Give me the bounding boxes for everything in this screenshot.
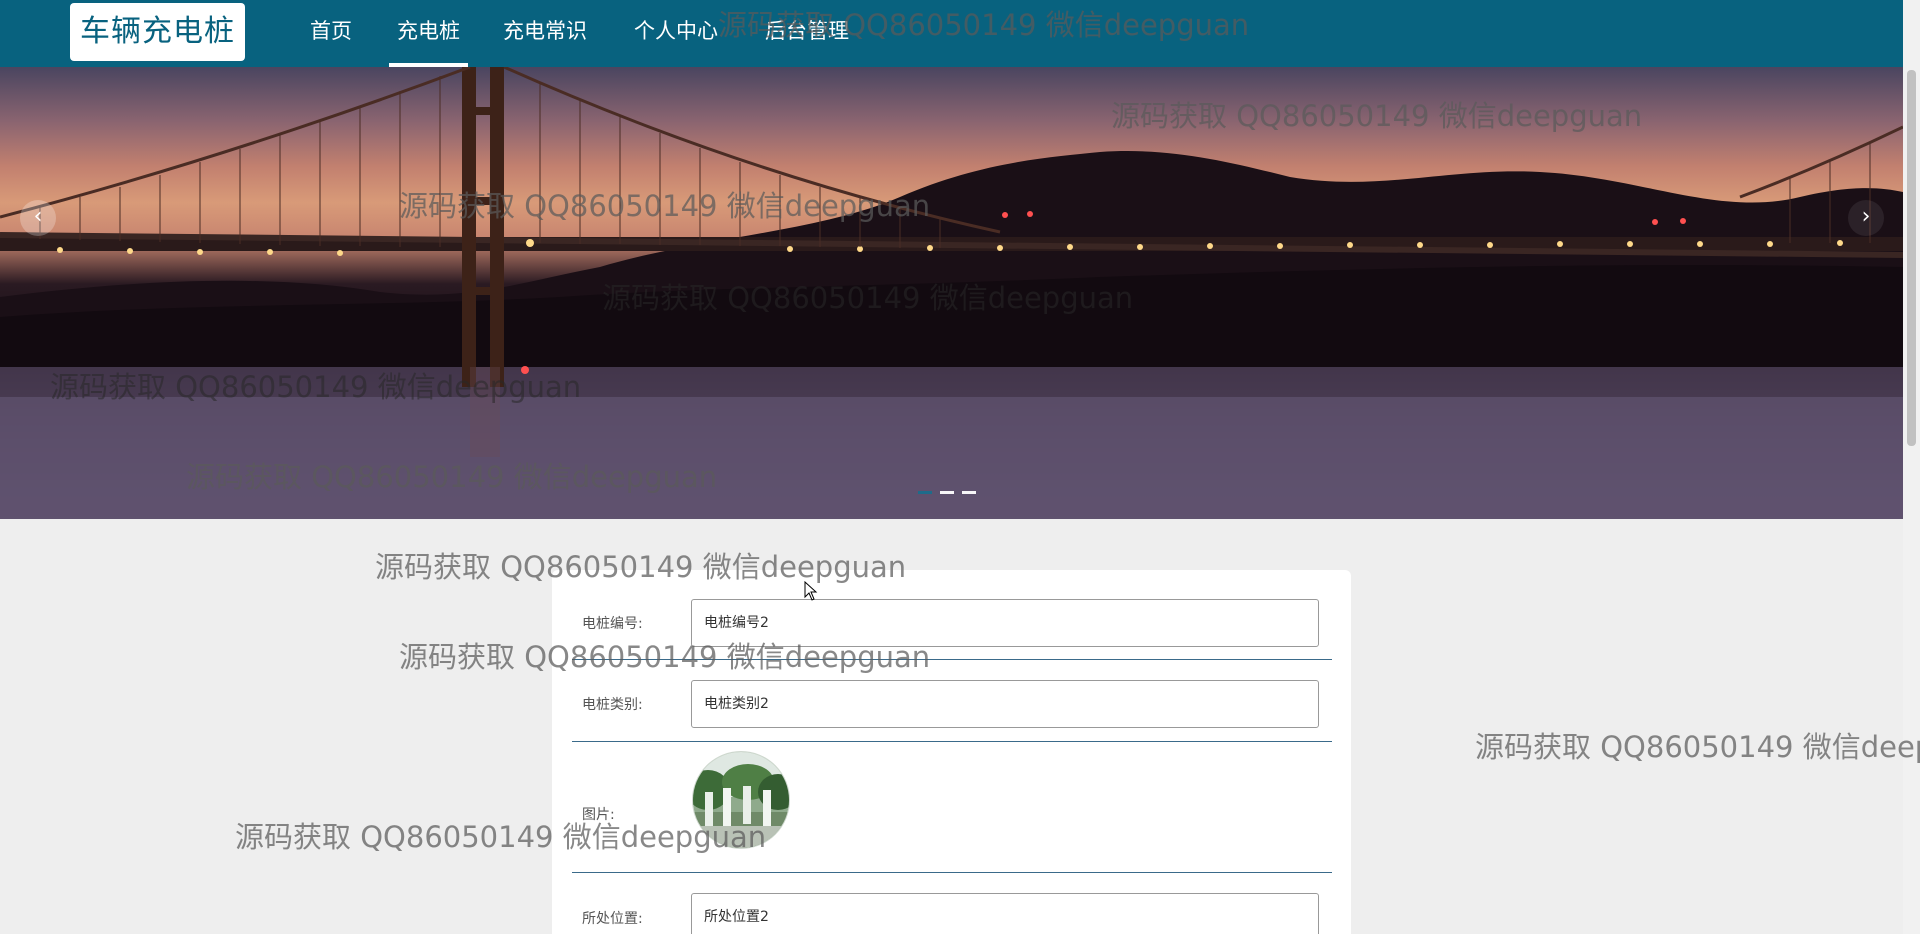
nav-item-personal-center[interactable]: 个人中心	[634, 0, 718, 67]
field-row-pile-type: 电桩类别: 电桩类别2	[572, 659, 1332, 742]
top-navigation-bar: 车辆充电桩 首页 充电桩 充电常识 个人中心 后台管理	[0, 0, 1903, 67]
page-scrollbar[interactable]	[1903, 0, 1920, 934]
carousel-indicator-3[interactable]	[962, 491, 976, 494]
charging-pile-image[interactable]	[692, 751, 790, 849]
carousel-prev-button[interactable]: ‹	[20, 200, 56, 236]
nav-item-charging-knowledge[interactable]: 充电常识	[503, 0, 587, 67]
chevron-right-icon: ›	[1861, 204, 1871, 229]
pile-number-field[interactable]: 电桩编号2	[691, 599, 1319, 647]
carousel-indicator-1[interactable]	[918, 491, 932, 494]
nav-item-home[interactable]: 首页	[310, 0, 352, 67]
field-label: 所处位置:	[582, 911, 643, 927]
watermark-text: 源码获取 QQ86050149 微信deepguan	[1475, 730, 1920, 764]
carousel-indicator-2[interactable]	[940, 491, 954, 494]
field-row-pile-number: 电桩编号: 电桩编号2	[572, 570, 1332, 660]
field-label: 电桩编号:	[582, 616, 643, 632]
mouse-cursor-icon	[804, 581, 818, 601]
banner-carousel: ‹ ›	[0, 67, 1903, 519]
site-logo[interactable]: 车辆充电桩	[70, 3, 245, 61]
nav-item-charging-piles[interactable]: 充电桩	[389, 0, 468, 67]
chevron-left-icon: ‹	[33, 204, 43, 229]
nav-item-admin[interactable]: 后台管理	[765, 0, 849, 67]
pile-type-field[interactable]: 电桩类别2	[691, 680, 1319, 728]
page: 车辆充电桩 首页 充电桩 充电常识 个人中心 后台管理 ‹ › 电桩编号: 电桩…	[0, 0, 1920, 934]
field-row-picture: 图片:	[572, 741, 1332, 873]
field-label: 图片:	[582, 807, 615, 823]
field-row-location: 所处位置: 所处位置2	[572, 872, 1332, 934]
scrollbar-thumb[interactable]	[1907, 70, 1916, 446]
banner-image	[0, 67, 1903, 519]
carousel-next-button[interactable]: ›	[1848, 200, 1884, 236]
charging-pile-detail-card: 电桩编号: 电桩编号2 电桩类别: 电桩类别2 图片: 所处位置: 所处位置2	[552, 570, 1351, 934]
carousel-indicators	[918, 487, 976, 499]
field-label: 电桩类别:	[582, 697, 643, 713]
location-field[interactable]: 所处位置2	[691, 893, 1319, 934]
